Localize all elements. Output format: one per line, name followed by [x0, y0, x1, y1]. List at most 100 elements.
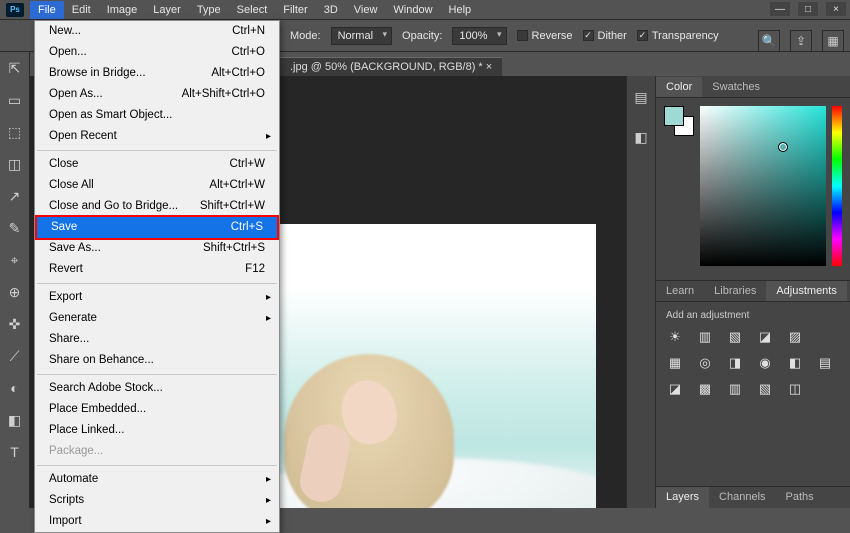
brightness-icon[interactable]: ☀: [666, 329, 684, 345]
menu-open-as[interactable]: Open As...Alt+Shift+Ctrl+O: [35, 84, 279, 105]
workspace-switcher-icon[interactable]: ▦: [822, 30, 844, 52]
menu-revert[interactable]: RevertF12: [35, 259, 279, 280]
eyedropper-tool[interactable]: ↗: [3, 184, 27, 208]
add-adjustment-label: Add an adjustment: [666, 310, 840, 321]
document-tab[interactable]: .jpg @ 50% (BACKGROUND, RGB/8) * ×: [280, 57, 502, 76]
menu-open-recent[interactable]: Open Recent: [35, 126, 279, 147]
hue-slider[interactable]: [832, 106, 842, 266]
minimize-button[interactable]: —: [770, 2, 790, 16]
menu-close-all[interactable]: Close AllAlt+Ctrl+W: [35, 175, 279, 196]
document-canvas[interactable]: [264, 224, 596, 508]
menu-search-stock[interactable]: Search Adobe Stock...: [35, 378, 279, 399]
menu-open-smart[interactable]: Open as Smart Object...: [35, 105, 279, 126]
menu-close[interactable]: CloseCtrl+W: [35, 154, 279, 175]
clone-tool[interactable]: ⊕: [3, 280, 27, 304]
menu-select[interactable]: Select: [229, 1, 276, 19]
menu-close-bridge[interactable]: Close and Go to Bridge...Shift+Ctrl+W: [35, 196, 279, 217]
menu-help[interactable]: Help: [441, 1, 480, 19]
pen-tool[interactable]: ⟋: [3, 344, 27, 368]
layers-panel-tabs: Layers Channels Paths: [656, 486, 850, 508]
reverse-checkbox[interactable]: Reverse: [517, 30, 573, 42]
search-icon[interactable]: 🔍: [758, 30, 780, 52]
menu-3d[interactable]: 3D: [316, 1, 346, 19]
lasso-tool[interactable]: ⬚: [3, 120, 27, 144]
hue-icon[interactable]: ▦: [666, 355, 684, 371]
color-picker[interactable]: [700, 106, 826, 266]
menu-edit[interactable]: Edit: [64, 1, 99, 19]
vibrance-icon[interactable]: ▨: [786, 329, 804, 345]
menu-view[interactable]: View: [346, 1, 386, 19]
history-panel-icon[interactable]: ▤: [632, 88, 650, 106]
menu-separator: [37, 465, 277, 466]
color-lookup-icon[interactable]: ▤: [816, 355, 834, 371]
menu-automate[interactable]: Automate: [35, 469, 279, 490]
selective-color-icon[interactable]: ◫: [786, 381, 804, 397]
layers-tab[interactable]: Layers: [656, 487, 709, 508]
menu-save-as[interactable]: Save As...Shift+Ctrl+S: [35, 238, 279, 259]
threshold-icon[interactable]: ▥: [726, 381, 744, 397]
document-tab-row: .jpg @ 50% (BACKGROUND, RGB/8) * ×: [280, 56, 502, 76]
photo-filter-icon[interactable]: ◉: [756, 355, 774, 371]
libraries-tab[interactable]: Libraries: [704, 281, 766, 301]
menu-type[interactable]: Type: [189, 1, 229, 19]
dodge-tool[interactable]: ◐: [3, 376, 27, 400]
type-tool[interactable]: T: [3, 440, 27, 464]
share-icon[interactable]: ⇪: [790, 30, 812, 52]
menu-place-linked[interactable]: Place Linked...: [35, 420, 279, 441]
menu-save[interactable]: SaveCtrl+S: [37, 217, 277, 238]
transparency-label: Transparency: [652, 30, 719, 42]
app-logo: Ps: [6, 3, 24, 17]
paths-tab[interactable]: Paths: [776, 487, 824, 508]
move-tool[interactable]: ⇱: [3, 56, 27, 80]
curves-icon[interactable]: ▧: [726, 329, 744, 345]
menu-browse-bridge[interactable]: Browse in Bridge...Alt+Ctrl+O: [35, 63, 279, 84]
healing-tool[interactable]: ⌖: [3, 248, 27, 272]
swatches-tab[interactable]: Swatches: [702, 77, 770, 97]
picker-cursor: [778, 142, 788, 152]
collapsed-panel-strip: ▤ ◧: [626, 76, 656, 508]
menu-separator: [37, 374, 277, 375]
mode-select[interactable]: Normal: [331, 27, 392, 45]
crop-tool[interactable]: ◫: [3, 152, 27, 176]
menu-new[interactable]: New...Ctrl+N: [35, 21, 279, 42]
channels-tab[interactable]: Channels: [709, 487, 775, 508]
menu-import[interactable]: Import: [35, 511, 279, 532]
gradient-tool[interactable]: ◧: [3, 408, 27, 432]
tab-close-icon[interactable]: ×: [486, 61, 492, 73]
dither-checkbox[interactable]: Dither: [583, 30, 627, 42]
learn-tab[interactable]: Learn: [656, 281, 704, 301]
menu-window[interactable]: Window: [385, 1, 440, 19]
file-menu-dropdown: New...Ctrl+N Open...Ctrl+O Browse in Bri…: [34, 20, 280, 533]
opacity-select[interactable]: 100%: [452, 27, 506, 45]
gradient-map-icon[interactable]: ▧: [756, 381, 774, 397]
menu-share-behance[interactable]: Share on Behance...: [35, 350, 279, 371]
close-button[interactable]: ×: [826, 2, 846, 16]
channel-mixer-icon[interactable]: ◧: [786, 355, 804, 371]
menu-bar: Ps File Edit Image Layer Type Select Fil…: [0, 0, 850, 20]
invert-icon[interactable]: ◪: [666, 381, 684, 397]
color-balance-icon[interactable]: ◎: [696, 355, 714, 371]
posterize-icon[interactable]: ▩: [696, 381, 714, 397]
menu-share[interactable]: Share...: [35, 329, 279, 350]
bw-icon[interactable]: ◨: [726, 355, 744, 371]
menu-open[interactable]: Open...Ctrl+O: [35, 42, 279, 63]
maximize-button[interactable]: □: [798, 2, 818, 16]
menu-place-embedded[interactable]: Place Embedded...: [35, 399, 279, 420]
menu-export[interactable]: Export: [35, 287, 279, 308]
color-tab[interactable]: Color: [656, 77, 702, 97]
menu-file[interactable]: File: [30, 1, 64, 19]
menu-filter[interactable]: Filter: [275, 1, 315, 19]
eraser-tool[interactable]: ✜: [3, 312, 27, 336]
menu-layer[interactable]: Layer: [145, 1, 189, 19]
levels-icon[interactable]: ▥: [696, 329, 714, 345]
foreground-color-swatch[interactable]: [664, 106, 684, 126]
transparency-checkbox[interactable]: Transparency: [637, 30, 719, 42]
marquee-tool[interactable]: ▭: [3, 88, 27, 112]
menu-generate[interactable]: Generate: [35, 308, 279, 329]
properties-panel-icon[interactable]: ◧: [632, 128, 650, 146]
fg-bg-swatch[interactable]: [664, 106, 694, 136]
adjustments-tab[interactable]: Adjustments: [766, 281, 847, 301]
exposure-icon[interactable]: ◪: [756, 329, 774, 345]
brush-tool[interactable]: ✎: [3, 216, 27, 240]
menu-image[interactable]: Image: [99, 1, 146, 19]
